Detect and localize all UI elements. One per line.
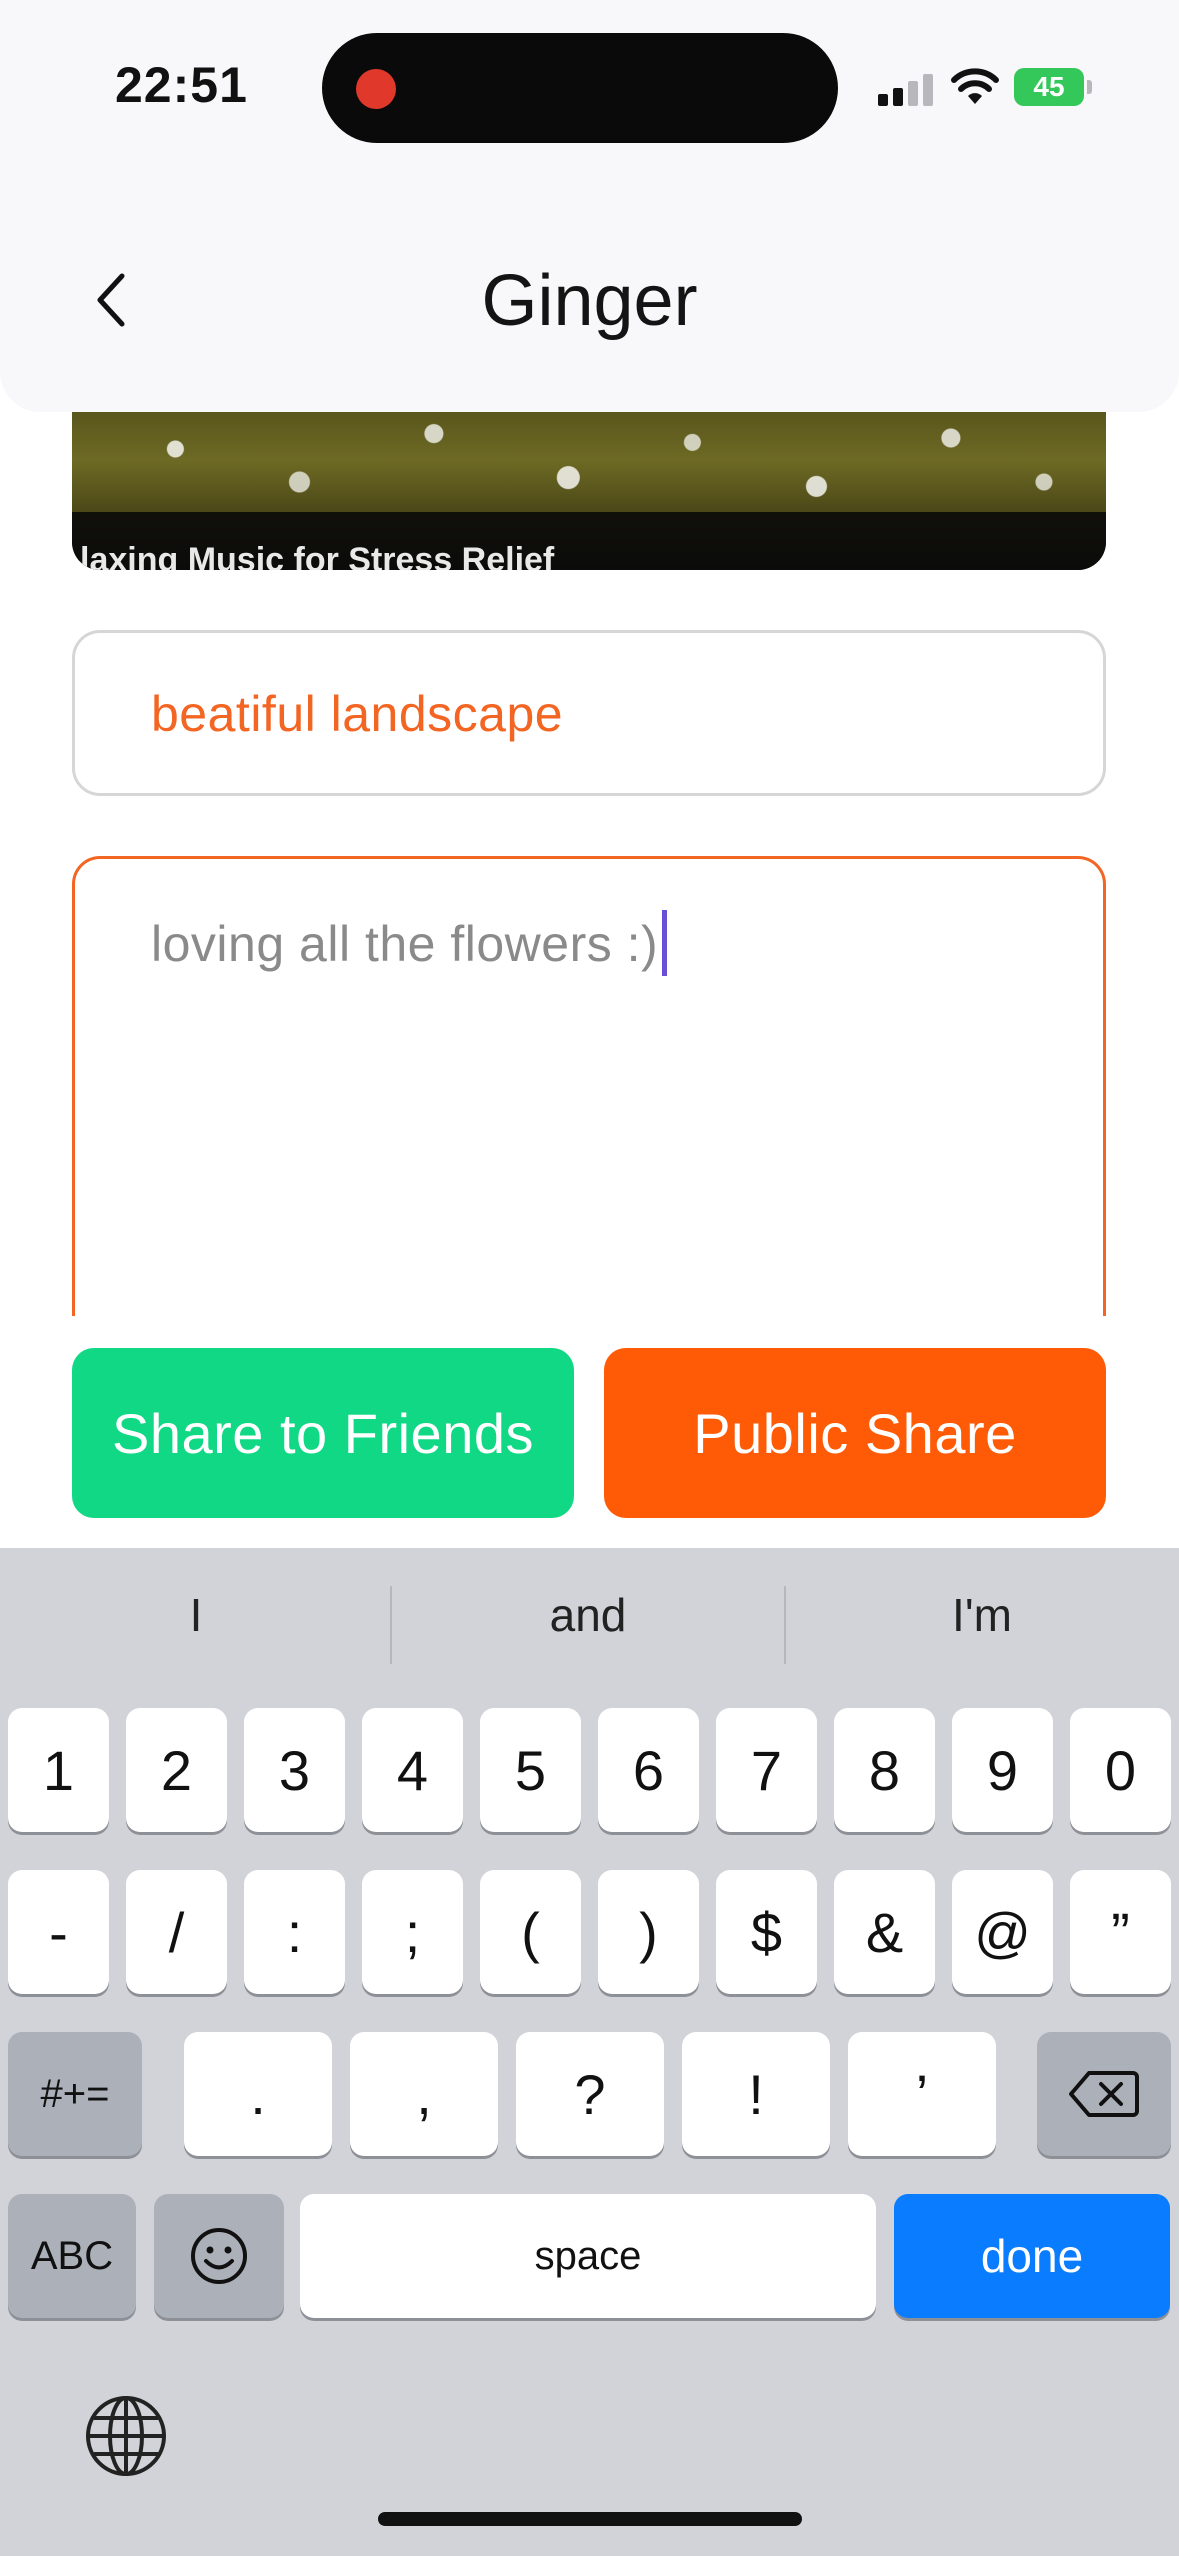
- status-bar: 22:51 45: [0, 0, 1179, 150]
- key-apostrophe[interactable]: ’: [848, 2032, 996, 2156]
- suggestion-2[interactable]: and: [392, 1588, 784, 1642]
- key-4[interactable]: 4: [362, 1708, 463, 1832]
- key-colon[interactable]: :: [244, 1870, 345, 1994]
- key-9[interactable]: 9: [952, 1708, 1053, 1832]
- key-open-paren[interactable]: (: [480, 1870, 581, 1994]
- key-at[interactable]: @: [952, 1870, 1053, 1994]
- key-dollar[interactable]: $: [716, 1870, 817, 1994]
- key-question[interactable]: ?: [516, 2032, 664, 2156]
- key-1[interactable]: 1: [8, 1708, 109, 1832]
- wifi-icon: [951, 68, 999, 104]
- globe-icon[interactable]: [84, 2394, 168, 2478]
- space-key[interactable]: space: [300, 2194, 876, 2318]
- signal-icon: [878, 72, 934, 106]
- dynamic-island: [322, 33, 838, 143]
- post-title-value: beatiful landscape: [151, 686, 564, 742]
- backspace-icon: [1069, 2071, 1139, 2117]
- post-description-field[interactable]: loving all the flowers :): [72, 856, 1106, 1316]
- key-semicolon[interactable]: ;: [362, 1870, 463, 1994]
- suggestion-1[interactable]: I: [0, 1588, 392, 1642]
- key-2[interactable]: 2: [126, 1708, 227, 1832]
- share-to-friends-button[interactable]: Share to Friends: [72, 1348, 574, 1518]
- suggestion-bar: I and I'm: [0, 1548, 1179, 1704]
- public-share-button[interactable]: Public Share: [604, 1348, 1106, 1518]
- suggestion-3[interactable]: I'm: [786, 1588, 1178, 1642]
- post-description-value: loving all the flowers :): [151, 909, 668, 976]
- key-close-paren[interactable]: ): [598, 1870, 699, 1994]
- nav-header: Ginger: [0, 150, 1179, 412]
- key-period[interactable]: .: [184, 2032, 332, 2156]
- key-slash[interactable]: /: [126, 1870, 227, 1994]
- video-caption-bar: laxing Music for Stress Relief: [72, 512, 1106, 570]
- key-3[interactable]: 3: [244, 1708, 345, 1832]
- key-dash[interactable]: -: [8, 1870, 109, 1994]
- key-quote[interactable]: ”: [1070, 1870, 1171, 1994]
- key-6[interactable]: 6: [598, 1708, 699, 1832]
- battery-icon: 45: [1014, 68, 1092, 106]
- key-exclamation[interactable]: !: [682, 2032, 830, 2156]
- key-8[interactable]: 8: [834, 1708, 935, 1832]
- backspace-key[interactable]: [1037, 2032, 1171, 2156]
- page-title: Ginger: [481, 261, 698, 341]
- key-comma[interactable]: ,: [350, 2032, 498, 2156]
- video-caption: laxing Music for Stress Relief: [80, 541, 555, 570]
- text-caret: [662, 909, 668, 976]
- done-key[interactable]: done: [894, 2194, 1170, 2318]
- home-indicator: [378, 2512, 802, 2526]
- emoji-key[interactable]: [154, 2194, 284, 2318]
- key-ampersand[interactable]: &: [834, 1870, 935, 1994]
- key-symbols-toggle[interactable]: #+=: [8, 2032, 142, 2156]
- key-7[interactable]: 7: [716, 1708, 817, 1832]
- post-title-field[interactable]: beatiful landscape: [72, 630, 1106, 796]
- battery-level: 45: [1014, 68, 1084, 106]
- key-0[interactable]: 0: [1070, 1708, 1171, 1832]
- key-abc[interactable]: ABC: [8, 2194, 136, 2318]
- keyboard: I and I'm 1 2 3 4 5 6 7 8 9 0 - / : ; ( …: [0, 1548, 1179, 2556]
- status-time: 22:51: [115, 57, 248, 113]
- recording-indicator: [356, 69, 396, 109]
- key-5[interactable]: 5: [480, 1708, 581, 1832]
- emoji-icon: [191, 2228, 247, 2284]
